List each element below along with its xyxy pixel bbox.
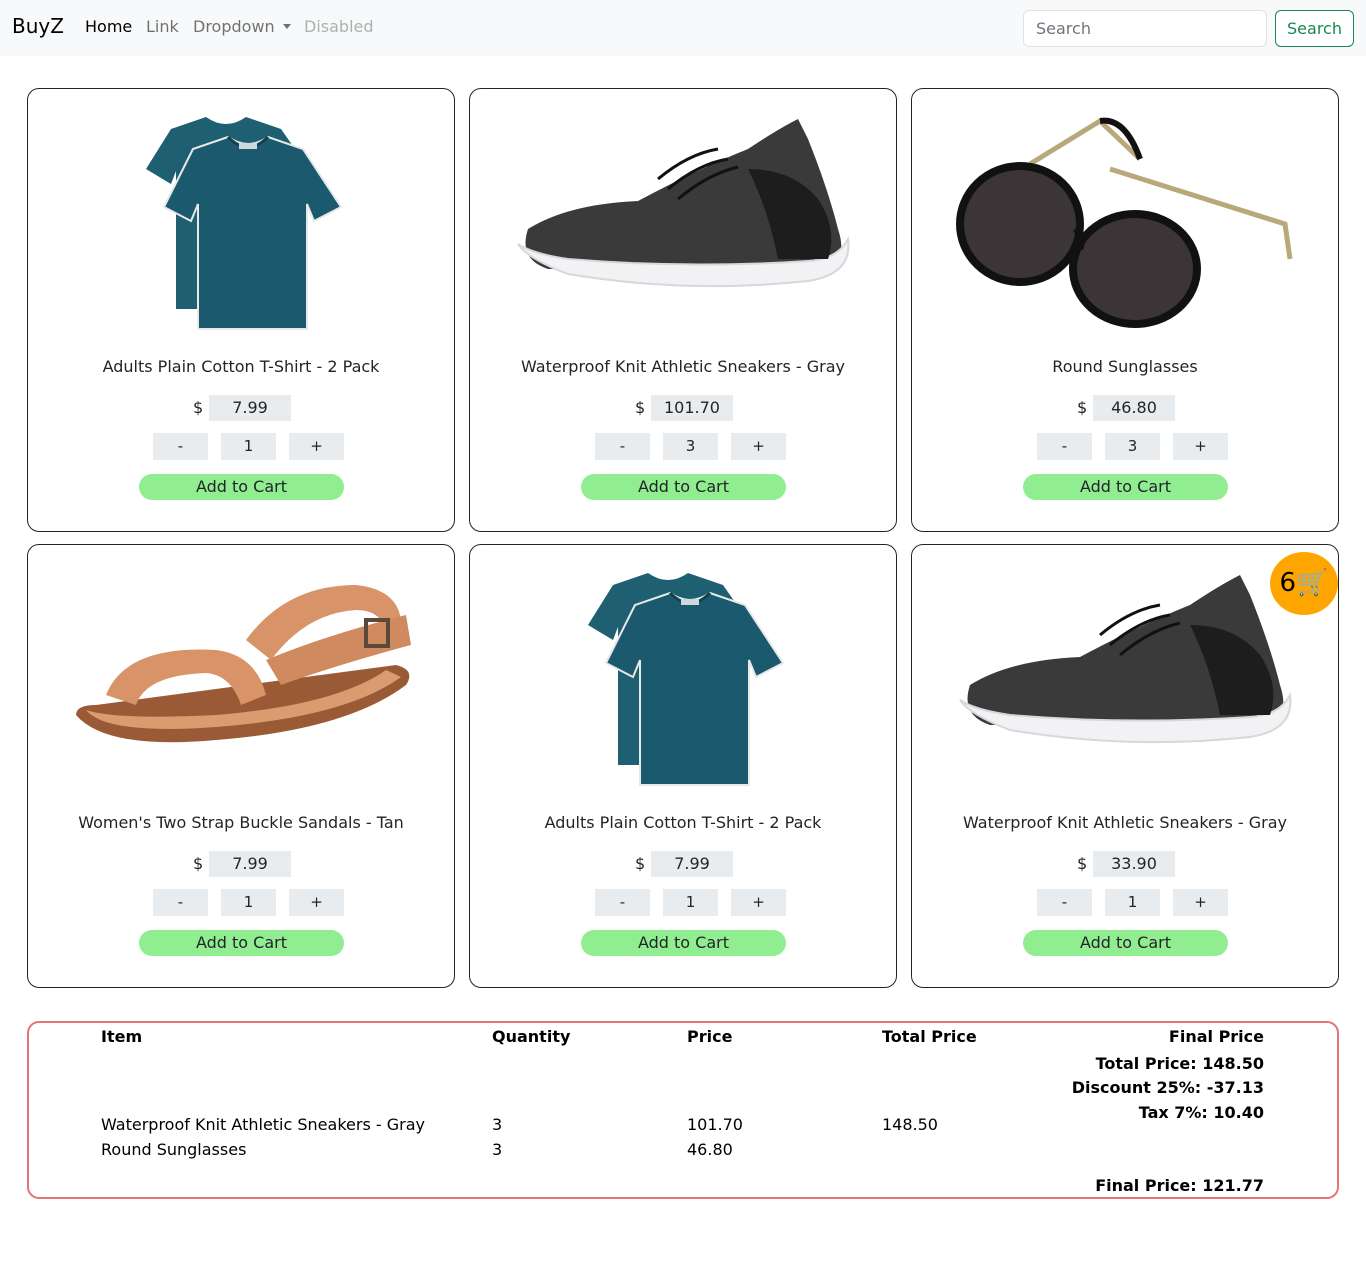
price-row: $ 7.99 [28,395,454,421]
product-title: Round Sunglasses [1052,357,1198,376]
quantity-field[interactable]: 3 [1105,433,1160,460]
increment-button[interactable]: + [731,433,786,460]
add-to-cart-button[interactable]: Add to Cart [139,474,344,500]
price-field[interactable]: 7.99 [651,851,733,877]
sunglasses-image [912,109,1338,349]
currency-symbol: $ [193,854,204,873]
increment-button[interactable]: + [731,889,786,916]
price-row: $ 7.99 [470,851,896,877]
decrement-button[interactable]: - [595,889,650,916]
price-row: $ 101.70 [470,395,896,421]
product-card: Waterproof Knit Athletic Sneakers - Gray… [469,88,897,532]
add-to-cart-button[interactable]: Add to Cart [1023,930,1228,956]
sneaker-image [912,565,1338,805]
product-title: Adults Plain Cotton T-Shirt - 2 Pack [102,357,380,376]
increment-button[interactable]: + [1173,433,1228,460]
price-row: $ 7.99 [28,851,454,877]
quantity-stepper: - 1 + [28,433,454,460]
increment-button[interactable]: + [289,433,344,460]
sneaker-image [470,109,896,349]
decrement-button[interactable]: - [153,433,208,460]
cart-badge[interactable]: 6🛒 [1270,552,1338,615]
nav-dropdown-label: Dropdown [193,17,275,36]
cart-row-quantity: 3 [492,1140,503,1159]
cart-header-final: Final Price [1168,1027,1264,1046]
cart-row-item: Waterproof Knit Athletic Sneakers - Gray [101,1115,425,1134]
price-row: $ 46.80 [912,395,1338,421]
quantity-field[interactable]: 1 [221,433,276,460]
add-to-cart-button[interactable]: Add to Cart [581,930,786,956]
cart-row-item: Round Sunglasses [101,1140,247,1159]
product-card: Waterproof Knit Athletic Sneakers - Gray… [911,544,1339,988]
cart-final-price: Final Price: 121.77 [1095,1176,1264,1195]
nav-link-link[interactable]: Link [146,17,179,36]
cart-discount: Discount 25%: -37.13 [1071,1078,1264,1097]
product-title: Adults Plain Cotton T-Shirt - 2 Pack [544,813,822,832]
cart-row-price: 101.70 [687,1115,743,1134]
cart-header-price: Price [687,1027,733,1046]
increment-button[interactable]: + [289,889,344,916]
decrement-button[interactable]: - [1037,433,1092,460]
quantity-stepper: - 3 + [470,433,896,460]
quantity-stepper: - 1 + [470,889,896,916]
cart-header-total: Total Price [882,1027,977,1046]
add-to-cart-button[interactable]: Add to Cart [1023,474,1228,500]
nav-dropdown[interactable]: Dropdown [193,17,291,36]
tshirt-image [470,565,896,805]
cart-header-quantity: Quantity [492,1027,571,1046]
shopping-cart-icon: 🛒 [1296,568,1329,598]
quantity-field[interactable]: 1 [1105,889,1160,916]
product-card: Women's Two Strap Buckle Sandals - Tan $… [27,544,455,988]
cart-row-quantity: 3 [492,1115,503,1134]
price-row: $ 33.90 [912,851,1338,877]
currency-symbol: $ [1077,854,1088,873]
search-button[interactable]: Search [1275,10,1354,47]
cart-tax: Tax 7%: 10.40 [1138,1103,1264,1122]
currency-symbol: $ [1077,398,1088,417]
product-card: Adults Plain Cotton T-Shirt - 2 Pack $ 7… [469,544,897,988]
add-to-cart-button[interactable]: Add to Cart [139,930,344,956]
product-title: Women's Two Strap Buckle Sandals - Tan [78,813,404,832]
quantity-stepper: - 3 + [912,433,1338,460]
navbar: BuyZ Home Link Dropdown Disabled Search [0,0,1366,56]
brand-logo[interactable]: BuyZ [12,14,64,38]
price-field[interactable]: 46.80 [1093,395,1175,421]
nav-link-disabled: Disabled [304,17,374,36]
cart-total-price: Total Price: 148.50 [1095,1054,1264,1073]
price-field[interactable]: 7.99 [209,395,291,421]
quantity-stepper: - 1 + [28,889,454,916]
product-card: Round Sunglasses $ 46.80 - 3 + Add to Ca… [911,88,1339,532]
cart-row-total: 148.50 [882,1115,938,1134]
increment-button[interactable]: + [1173,889,1228,916]
cart-summary: Item Quantity Price Total Price Final Pr… [27,1021,1339,1199]
product-title: Waterproof Knit Athletic Sneakers - Gray [963,813,1287,832]
cart-count: 6 [1279,568,1297,598]
quantity-stepper: - 1 + [912,889,1338,916]
price-field[interactable]: 33.90 [1093,851,1175,877]
currency-symbol: $ [193,398,204,417]
price-field[interactable]: 7.99 [209,851,291,877]
decrement-button[interactable]: - [1037,889,1092,916]
chevron-down-icon [282,24,291,29]
product-card: Adults Plain Cotton T-Shirt - 2 Pack $ 7… [27,88,455,532]
add-to-cart-button[interactable]: Add to Cart [581,474,786,500]
tshirt-image [28,109,454,349]
decrement-button[interactable]: - [153,889,208,916]
quantity-field[interactable]: 1 [663,889,718,916]
decrement-button[interactable]: - [595,433,650,460]
currency-symbol: $ [635,398,646,417]
nav-link-home[interactable]: Home [85,17,132,36]
quantity-field[interactable]: 3 [663,433,718,460]
product-title: Waterproof Knit Athletic Sneakers - Gray [521,357,845,376]
cart-row-price: 46.80 [687,1140,733,1159]
quantity-field[interactable]: 1 [221,889,276,916]
sandal-image [28,565,454,805]
price-field[interactable]: 101.70 [651,395,733,421]
cart-header-item: Item [101,1027,143,1046]
search-input[interactable] [1023,10,1267,47]
currency-symbol: $ [635,854,646,873]
